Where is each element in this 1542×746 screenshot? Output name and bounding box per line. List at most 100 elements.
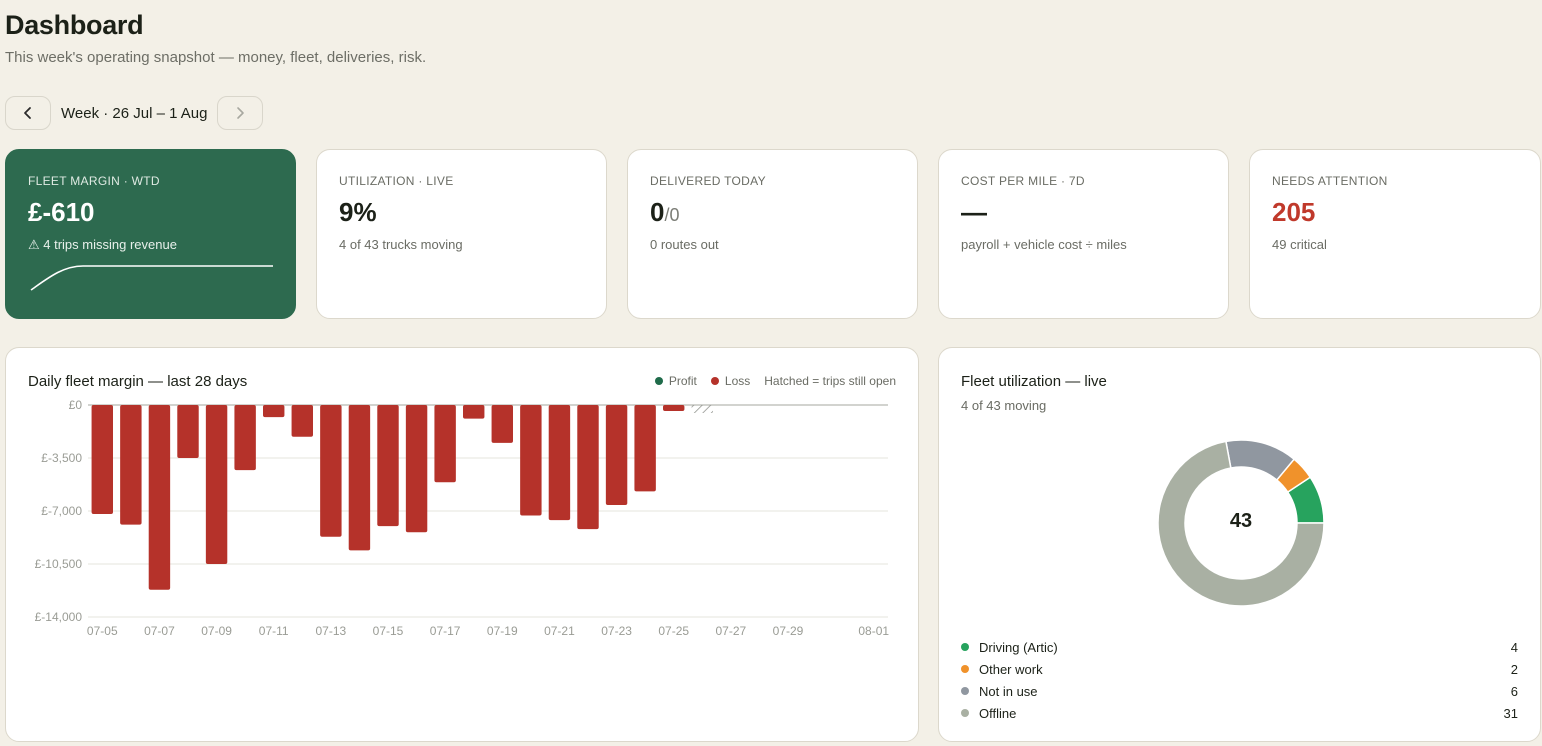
kpi-card-delivered-today[interactable]: DELIVERED TODAY 0/0 0 routes out: [627, 149, 918, 319]
not-in-use-dot-icon: [961, 687, 969, 695]
utilization-legend: Driving (Artic) 4 Other work 2 Not in us…: [961, 636, 1518, 724]
kpi-card-fleet-margin[interactable]: FLEET MARGIN · WTD £-610 ⚠ 4 trips missi…: [5, 149, 296, 319]
previous-week-button[interactable]: [5, 96, 51, 130]
kpi-card-utilization[interactable]: UTILIZATION · LIVE 9% 4 of 43 trucks mov…: [316, 149, 607, 319]
page-title: Dashboard: [5, 10, 144, 40]
margin-bar-chart: £0 £-3,500 £-7,000 £-10,500 £-14,000 07-05 07-…: [35, 398, 890, 638]
chart-legend: Profit Loss Hatched = trips still open: [654, 374, 896, 388]
y-tick-label: £-14,000: [35, 610, 83, 624]
x-tick-label: 08-01: [858, 624, 889, 638]
legend-item-profit: Profit: [654, 374, 697, 388]
kpi-value: 0/0: [650, 197, 895, 228]
y-tick-label: £0: [69, 398, 83, 412]
bar[interactable]: [320, 405, 342, 537]
profit-dot-icon: [654, 377, 663, 385]
kpi-label: UTILIZATION · LIVE: [339, 174, 454, 188]
bar[interactable]: [548, 405, 571, 521]
legend-count: 31: [1503, 705, 1518, 721]
kpi-subtext: 0 routes out: [650, 237, 719, 252]
bar[interactable]: [663, 405, 685, 412]
bar[interactable]: [148, 405, 171, 590]
bar[interactable]: [634, 405, 656, 492]
legend-note: Hatched = trips still open: [764, 374, 896, 388]
kpi-card-needs-attention[interactable]: NEEDS ATTENTION 205 49 critical: [1249, 149, 1541, 319]
y-tick-label: £-10,500: [35, 557, 83, 571]
x-tick-label: 07-05: [87, 624, 118, 638]
open-day-hatch: [691, 405, 713, 413]
chevron-left-icon: [24, 107, 31, 119]
legend-label: Offline: [979, 705, 1017, 721]
bar[interactable]: [91, 405, 113, 515]
bar[interactable]: [263, 405, 285, 418]
week-navigator: Week · 26 Jul – 1 Aug: [5, 96, 264, 130]
kpi-subtext: payroll + vehicle cost ÷ miles: [961, 237, 1127, 252]
week-label: Week · 26 Jul – 1 Aug: [61, 104, 208, 122]
bar[interactable]: [577, 405, 599, 530]
donut-total: 43: [1229, 510, 1253, 532]
x-tick-label: 07-13: [316, 624, 347, 638]
other-work-dot-icon: [961, 665, 969, 673]
legend-row-other-work: Other work 2: [961, 658, 1518, 680]
x-tick-label: 07-19: [487, 624, 518, 638]
bar[interactable]: [291, 405, 313, 437]
y-tick-label: £-7,000: [41, 504, 82, 518]
x-tick-label: 07-11: [259, 624, 289, 638]
x-tick-label: 07-23: [601, 624, 632, 638]
bar[interactable]: [177, 405, 199, 458]
x-tick-label: 07-29: [773, 624, 804, 638]
kpi-label: COST PER MILE · 7D: [961, 174, 1085, 188]
legend-label: Profit: [668, 374, 697, 388]
legend-count: 6: [1510, 683, 1518, 699]
legend-label: Not in use: [979, 683, 1038, 699]
margin-sparkline: [30, 265, 273, 291]
y-tick-label: £-3,500: [41, 451, 82, 465]
bar[interactable]: [205, 405, 228, 564]
kpi-subtext: 49 critical: [1272, 237, 1327, 252]
kpi-value-suffix: /0: [664, 205, 680, 225]
kpi-value: 9%: [339, 197, 377, 227]
page-subtitle: This week's operating snapshot — money, …: [5, 49, 427, 66]
legend-row-not-in-use: Not in use 6: [961, 680, 1518, 702]
utilization-panel: Fleet utilization — live 4 of 43 moving …: [938, 347, 1541, 742]
kpi-subtext: 4 of 43 trucks moving: [339, 237, 463, 252]
kpi-value: £-610: [28, 197, 95, 227]
legend-row-offline: Offline 31: [961, 702, 1518, 724]
utilization-title: Fleet utilization — live: [961, 373, 1107, 390]
x-tick-label: 07-27: [716, 624, 747, 638]
bar[interactable]: [377, 405, 399, 527]
bar[interactable]: [520, 405, 542, 516]
bar[interactable]: [234, 405, 256, 471]
kpi-value: —: [961, 197, 987, 227]
x-tick-label: 07-21: [544, 624, 575, 638]
kpi-card-cost-per-mile[interactable]: COST PER MILE · 7D — payroll + vehicle c…: [938, 149, 1229, 319]
x-tick-label: 07-09: [201, 624, 232, 638]
loss-dot-icon: [710, 377, 719, 385]
x-tick-label: 07-25: [658, 624, 689, 638]
kpi-label: NEEDS ATTENTION: [1272, 174, 1388, 188]
chevron-right-icon: [237, 107, 245, 119]
kpi-label: DELIVERED TODAY: [650, 174, 766, 188]
bar[interactable]: [434, 405, 456, 483]
kpi-label: FLEET MARGIN · WTD: [28, 174, 160, 188]
x-tick-label: 07-15: [373, 624, 404, 638]
legend-label: Other work: [979, 661, 1043, 677]
bar[interactable]: [605, 405, 628, 505]
bar[interactable]: [120, 405, 142, 525]
driving-dot-icon: [961, 643, 969, 651]
bar[interactable]: [463, 405, 485, 419]
bar[interactable]: [491, 405, 513, 443]
bar[interactable]: [348, 405, 371, 551]
kpi-value-main: 0: [650, 197, 665, 227]
x-tick-label: 07-07: [144, 624, 175, 638]
legend-item-loss: Loss: [710, 374, 751, 388]
kpi-value: 205: [1272, 197, 1316, 227]
legend-label: Loss: [724, 374, 751, 388]
next-week-button[interactable]: [217, 96, 264, 130]
legend-label: Driving (Artic): [979, 639, 1058, 655]
margin-chart-panel: Daily fleet margin — last 28 days Profit…: [5, 347, 919, 742]
bar[interactable]: [405, 405, 428, 533]
kpi-subtext: ⚠ 4 trips missing revenue: [28, 237, 177, 252]
legend-count: 4: [1510, 639, 1518, 655]
legend-count: 2: [1510, 661, 1518, 677]
x-tick-label: 07-17: [430, 624, 461, 638]
